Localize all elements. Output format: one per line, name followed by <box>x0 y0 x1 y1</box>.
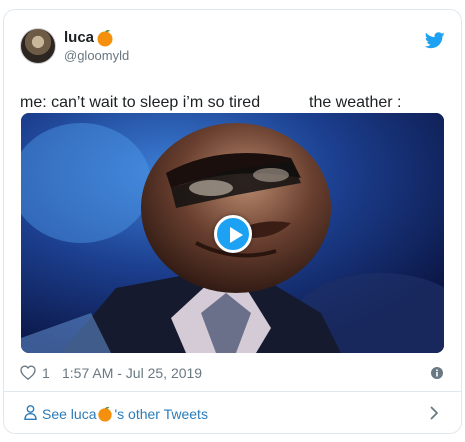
tweet-card: luca @gloomyld me: can’t wait to sleep i… <box>3 9 462 434</box>
info-icon[interactable] <box>431 367 443 379</box>
orange-emoji-icon <box>98 406 113 422</box>
chevron-right-icon <box>430 406 438 420</box>
footer-text-suffix: 's other Tweets <box>114 406 208 422</box>
author-names[interactable]: luca @gloomyld <box>64 28 129 64</box>
author-display-name[interactable]: luca <box>64 28 129 47</box>
tweet-text: me: can’t wait to sleep i’m so tired the… <box>20 94 402 111</box>
author-name-text: luca <box>64 29 95 46</box>
tweet-timestamp[interactable]: 1:57 AM - Jul 25, 2019 <box>62 365 202 381</box>
footer-text: See luca 's other Tweets <box>42 406 208 422</box>
tweet-video[interactable] <box>21 113 444 353</box>
person-icon <box>24 405 37 420</box>
tweet-meta: 1 1:57 AM - Jul 25, 2019 <box>20 363 445 383</box>
twitter-bird-icon[interactable] <box>425 32 445 49</box>
footer-text-prefix: See luca <box>42 406 97 422</box>
play-icon <box>230 227 243 243</box>
like-count[interactable]: 1 <box>42 365 50 381</box>
heart-icon[interactable] <box>20 365 36 380</box>
avatar[interactable] <box>20 28 56 64</box>
tweet-header: luca @gloomyld <box>20 28 445 72</box>
see-other-tweets-link[interactable]: See luca 's other Tweets <box>20 401 445 427</box>
play-button[interactable] <box>214 215 252 253</box>
author-handle[interactable]: @gloomyld <box>64 48 129 64</box>
footer-divider <box>4 391 461 392</box>
orange-emoji-icon <box>97 29 113 46</box>
